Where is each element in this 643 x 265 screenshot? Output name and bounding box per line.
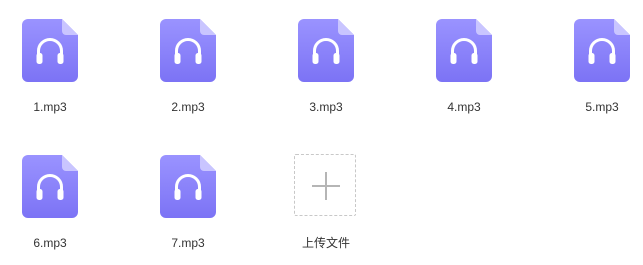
upload-file-button[interactable]: 上传文件	[276, 154, 376, 265]
upload-label: 上传文件	[301, 236, 350, 250]
headphones-audio-file-icon	[22, 155, 78, 218]
file-name: 5.mp3	[585, 100, 619, 114]
file-item-6[interactable]: 6.mp3	[0, 155, 100, 265]
file-name: 4.mp3	[447, 100, 481, 114]
file-name: 3.mp3	[309, 100, 343, 114]
file-name: 1.mp3	[33, 100, 67, 114]
file-name: 6.mp3	[33, 236, 67, 250]
plus-icon	[312, 172, 340, 200]
file-name: 2.mp3	[171, 100, 205, 114]
file-item-5[interactable]: 5.mp3	[552, 19, 643, 129]
headphones-audio-file-icon	[22, 19, 78, 82]
headphones-audio-file-icon	[574, 19, 630, 82]
file-name: 7.mp3	[171, 236, 205, 250]
headphones-audio-file-icon	[298, 19, 354, 82]
headphones-audio-file-icon	[436, 19, 492, 82]
headphones-audio-file-icon	[160, 19, 216, 82]
headphones-audio-file-icon	[160, 155, 216, 218]
file-item-3[interactable]: 3.mp3	[276, 19, 376, 129]
file-item-4[interactable]: 4.mp3	[414, 19, 514, 129]
file-item-7[interactable]: 7.mp3	[138, 155, 238, 265]
file-item-2[interactable]: 2.mp3	[138, 19, 238, 129]
upload-dropzone[interactable]	[294, 154, 356, 216]
file-item-1[interactable]: 1.mp3	[0, 19, 100, 129]
